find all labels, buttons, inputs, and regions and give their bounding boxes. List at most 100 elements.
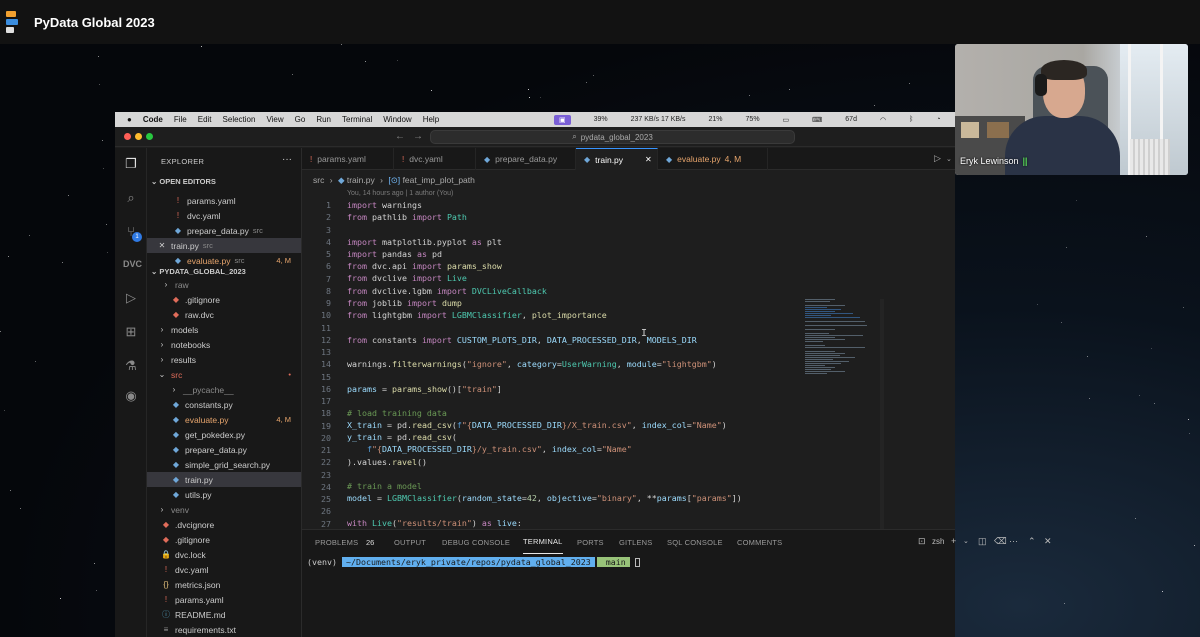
open-editor-item[interactable]: ◆ prepare_data.py src xyxy=(147,223,301,238)
keyboard-icon[interactable]: ⌨ xyxy=(812,116,822,124)
tree-item[interactable]: ◆ raw.dvc xyxy=(147,307,301,322)
editor-tab[interactable]: ! dvc.yaml xyxy=(394,148,476,170)
panel-tab-output[interactable]: OUTPUT xyxy=(394,530,426,554)
menu-go[interactable]: Go xyxy=(295,115,306,124)
command-center-search[interactable]: ⌕ pydata_global_2023 xyxy=(430,130,795,144)
menu-file[interactable]: File xyxy=(174,115,187,124)
terminal-dropdown-icon[interactable]: ⌄ xyxy=(963,537,969,545)
menu-run[interactable]: Run xyxy=(316,115,331,124)
tree-item[interactable]: ◆ prepare_data.py xyxy=(147,442,301,457)
kill-terminal-icon[interactable]: ⌫ xyxy=(994,536,1007,547)
tree-item[interactable]: ◆ .dvcignore xyxy=(147,517,301,532)
tree-item[interactable]: › raw xyxy=(147,277,301,292)
more-actions-icon[interactable]: ··· xyxy=(1009,536,1018,546)
extensions-icon[interactable]: ⊞ xyxy=(123,324,139,340)
open-editor-item[interactable]: ! dvc.yaml xyxy=(147,208,301,223)
panel-tab-terminal[interactable]: TERMINAL xyxy=(523,530,563,554)
maximize-panel-icon[interactable]: ⌃ xyxy=(1028,536,1036,547)
terminal-prompt[interactable]: (venv) ~/Documents/eryk_private/repos/py… xyxy=(307,557,640,567)
star xyxy=(1162,590,1164,592)
run-debug-icon[interactable]: ▷ xyxy=(123,290,139,306)
tree-item[interactable]: ◆ constants.py xyxy=(147,397,301,412)
editor-tab[interactable]: ◆ prepare_data.py xyxy=(476,148,576,170)
menu-view[interactable]: View xyxy=(266,115,283,124)
file-name: utils.py xyxy=(185,489,212,500)
open-editor-item[interactable]: ✕ train.py src xyxy=(147,238,301,253)
breadcrumb-symbol[interactable]: feat_imp_plot_path xyxy=(403,175,475,185)
tree-item[interactable]: {} metrics.json xyxy=(147,577,301,592)
editor-tab[interactable]: ◆ evaluate.py 4, M xyxy=(658,148,768,170)
status-indicator-icon[interactable]: ▣ xyxy=(554,114,571,125)
tree-item[interactable]: ◆ .gitignore xyxy=(147,532,301,547)
tree-item[interactable]: ◆ evaluate.py 4, M xyxy=(147,412,301,427)
menu-edit[interactable]: Edit xyxy=(198,115,212,124)
menu-selection[interactable]: Selection xyxy=(223,115,256,124)
terminal-shell-icon[interactable]: ⊡ xyxy=(918,536,926,547)
run-chevron-icon[interactable]: ⌄ xyxy=(946,155,952,163)
breadcrumb-folder[interactable]: src xyxy=(313,175,324,185)
panel-tab-problems[interactable]: PROBLEMS xyxy=(315,530,358,554)
menu-help[interactable]: Help xyxy=(423,115,439,124)
tree-item[interactable]: › notebooks xyxy=(147,337,301,352)
maximize-window-button[interactable] xyxy=(146,133,153,140)
testing-icon[interactable]: ⚗ xyxy=(123,358,139,374)
apple-icon[interactable]: ● xyxy=(127,115,132,124)
codelens-blame[interactable]: You, 14 hours ago | 1 author (You) xyxy=(347,190,453,197)
panel-tab-sql-console[interactable]: SQL CONSOLE xyxy=(667,530,723,554)
panel-tab-comments[interactable]: COMMENTS xyxy=(737,530,782,554)
tree-item[interactable]: ⌄ src • xyxy=(147,367,301,382)
tree-item[interactable]: › __pycache__ xyxy=(147,382,301,397)
dvc-icon[interactable]: DVC xyxy=(123,256,142,272)
wifi-icon[interactable]: ◔ xyxy=(936,116,940,123)
more-actions-icon[interactable]: ··· xyxy=(282,154,292,165)
file-type-icon: ◆ xyxy=(172,445,180,454)
back-arrow-icon[interactable]: ← xyxy=(395,131,405,142)
editor-tab[interactable]: ! params.yaml xyxy=(302,148,394,170)
git-graph-icon[interactable]: ◉ xyxy=(123,388,139,404)
explorer-icon[interactable]: ❐ xyxy=(123,156,139,172)
tree-item[interactable]: ! dvc.yaml xyxy=(147,562,301,577)
close-window-button[interactable] xyxy=(124,133,131,140)
project-header[interactable]: ⌄ PYDATA_GLOBAL_2023 xyxy=(151,267,246,276)
minimap-line xyxy=(805,337,835,338)
forward-arrow-icon[interactable]: → xyxy=(413,131,423,142)
minimize-window-button[interactable] xyxy=(135,133,142,140)
close-tab-icon[interactable]: ✕ xyxy=(645,155,652,164)
tree-item[interactable]: 🔒 dvc.lock xyxy=(147,547,301,562)
tree-item[interactable]: ⓘ README.md xyxy=(147,607,301,622)
menu-terminal[interactable]: Terminal xyxy=(342,115,372,124)
tree-item[interactable]: ◆ utils.py xyxy=(147,487,301,502)
open-editor-item[interactable]: ! params.yaml xyxy=(147,193,301,208)
tree-item[interactable]: ! params.yaml xyxy=(147,592,301,607)
split-terminal-icon[interactable]: ◫ xyxy=(978,536,987,547)
menu-window[interactable]: Window xyxy=(383,115,411,124)
tree-item[interactable]: ◆ .gitignore xyxy=(147,292,301,307)
headphones-icon[interactable]: ◠ xyxy=(880,116,886,124)
panel-tab-debug-console[interactable]: DEBUG CONSOLE xyxy=(442,530,510,554)
display-icon[interactable]: ▭ xyxy=(783,116,790,124)
editor-tab[interactable]: ◆ train.py ✕ xyxy=(576,148,658,170)
menu-app-name[interactable]: Code xyxy=(143,115,163,124)
file-name: dvc.yaml xyxy=(187,210,221,221)
open-editors-header[interactable]: ⌄ OPEN EDITORS xyxy=(151,177,216,186)
tree-item[interactable]: ◆ simple_grid_search.py xyxy=(147,457,301,472)
breadcrumb-file[interactable]: train.py xyxy=(347,175,375,185)
tree-item[interactable]: › models xyxy=(147,322,301,337)
shell-name[interactable]: zsh xyxy=(932,537,944,546)
line-number: 19 xyxy=(321,420,331,431)
tree-item[interactable]: ◆ train.py xyxy=(147,472,301,487)
tree-item[interactable]: › venv xyxy=(147,502,301,517)
bluetooth-icon[interactable]: ᛒ xyxy=(909,116,913,123)
run-file-icon[interactable]: ▷ xyxy=(934,153,941,164)
minimap[interactable] xyxy=(805,299,880,379)
search-icon[interactable]: ⌕ xyxy=(123,190,139,206)
close-panel-icon[interactable]: ✕ xyxy=(1044,536,1052,547)
open-editor-item[interactable]: ◆ evaluate.py src 4, M xyxy=(147,253,301,268)
tree-item[interactable]: › results xyxy=(147,352,301,367)
panel-tab-ports[interactable]: PORTS xyxy=(577,530,604,554)
new-terminal-icon[interactable]: + xyxy=(951,536,956,546)
minimap-line xyxy=(805,317,860,318)
tree-item[interactable]: ◆ get_pokedex.py xyxy=(147,427,301,442)
tree-item[interactable]: ≡ requirements.txt xyxy=(147,622,301,637)
panel-tab-gitlens[interactable]: GITLENS xyxy=(619,530,653,554)
